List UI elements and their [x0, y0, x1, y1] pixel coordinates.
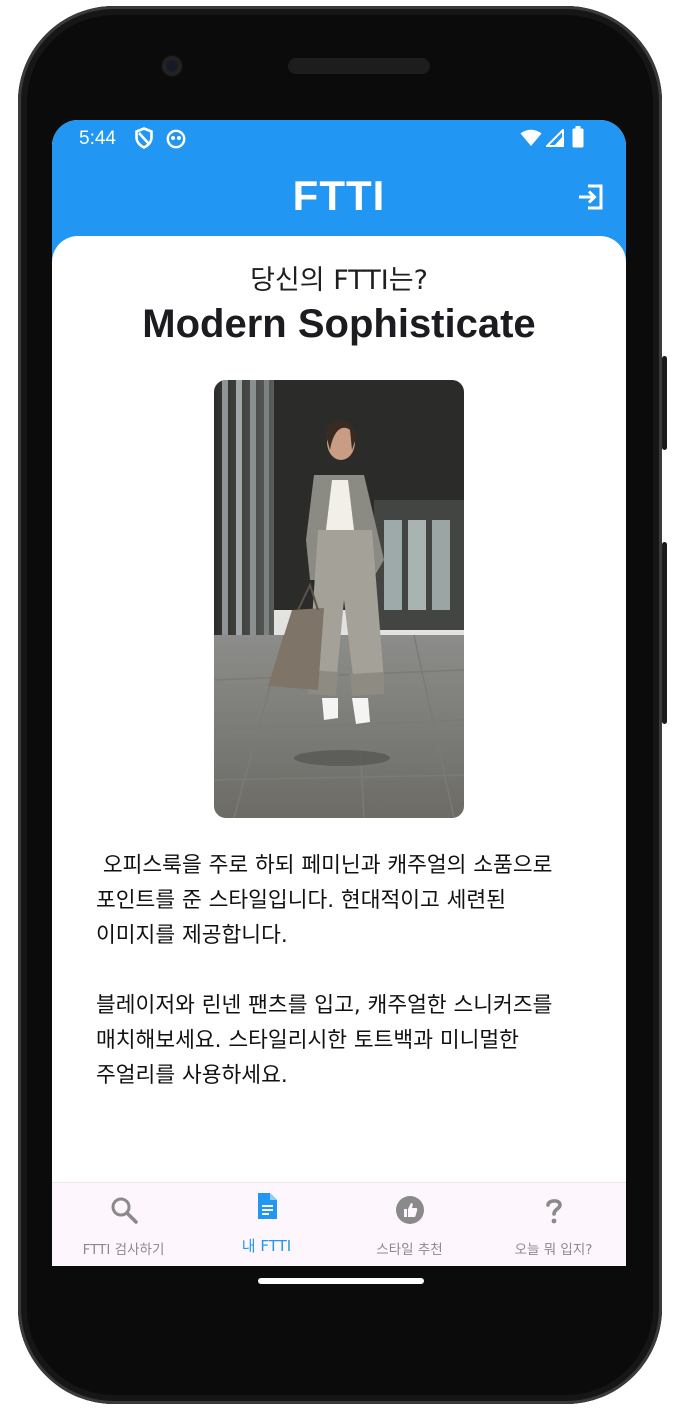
volume-button [662, 542, 667, 724]
result-content: 당신의 FTTI는? Modern Sophisticate 오피스룩을 주로 … [52, 236, 626, 1186]
nav-label-style-recommend: 스타일 추천 [376, 1242, 443, 1258]
earpiece-speaker [288, 58, 430, 74]
nav-item-style-recommend[interactable]: 스타일 추천 [338, 1183, 481, 1266]
app-screen: 5:44 FTTI 당신의 FTTI는? Modern Sophisticate… [52, 120, 626, 1266]
question-icon [546, 1199, 562, 1224]
home-indicator[interactable] [258, 1278, 424, 1284]
style-description: 오피스룩을 주로 하되 페미닌과 캐주얼의 소품으로 포인트를 준 스타일입니다… [96, 848, 582, 1093]
nav-label-ftti-test: FTTI 검사하기 [82, 1242, 165, 1258]
result-question: 당신의 FTTI는? [250, 265, 428, 296]
battery-icon [572, 126, 584, 148]
logout-icon[interactable] [576, 182, 606, 212]
nav-item-my-ftti[interactable]: 내 FTTI [195, 1183, 338, 1266]
description-paragraph-2: 블레이저와 린넨 팬츠를 입고, 캐주얼한 스니커즈를 매치해보세요. 스타일리… [96, 993, 560, 1088]
front-camera [162, 56, 182, 76]
nav-label-my-ftti: 내 FTTI [241, 1237, 292, 1255]
description-paragraph-1: 오피스룩을 주로 하되 페미닌과 캐주얼의 소품으로 포인트를 준 스타일입니다… [96, 853, 560, 948]
nav-label-what-to-wear: 오늘 뭐 입지? [514, 1242, 593, 1258]
ftti-type-name: Modern Sophisticate [142, 302, 536, 346]
search-icon [111, 1197, 138, 1224]
status-bar: 5:44 [52, 120, 626, 158]
notification-face-icon [166, 129, 186, 149]
wifi-icon [520, 129, 542, 146]
cellular-signal-icon [546, 129, 564, 147]
power-button [662, 356, 667, 450]
bottom-navigation: FTTI 검사하기 내 FTTI 스타일 추천 오늘 뭐 입지? [52, 1182, 626, 1266]
app-title: FTTI [292, 172, 386, 219]
status-time: 5:44 [79, 128, 116, 149]
nav-item-ftti-test[interactable]: FTTI 검사하기 [52, 1183, 195, 1266]
thumbs-up-icon [396, 1196, 424, 1224]
nav-item-what-to-wear[interactable]: 오늘 뭐 입지? [482, 1183, 625, 1266]
document-icon [258, 1193, 277, 1219]
shield-icon [135, 127, 153, 149]
style-photo [214, 380, 464, 818]
